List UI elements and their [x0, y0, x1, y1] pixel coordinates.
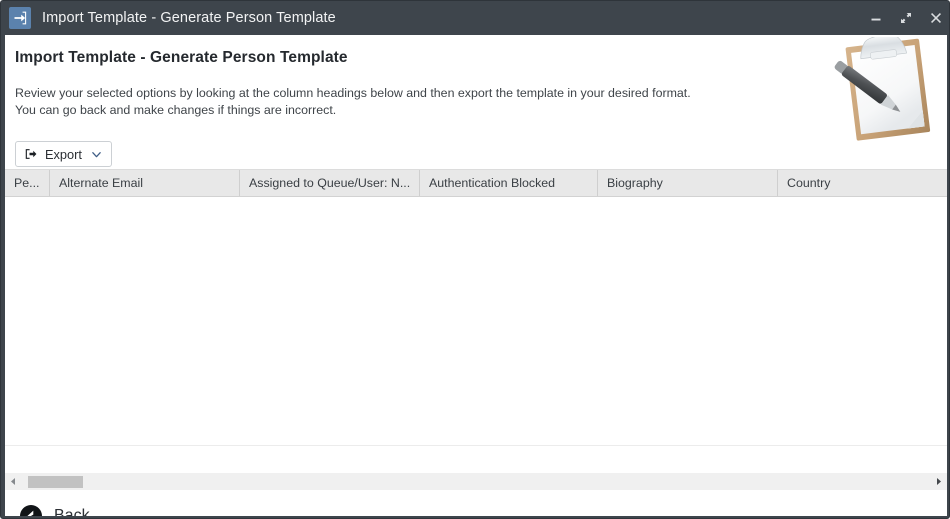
- export-button-label: Export: [45, 146, 82, 162]
- column-header-authentication-blocked[interactable]: Authentication Blocked: [420, 170, 598, 196]
- column-header-country[interactable]: Country: [778, 170, 947, 196]
- chevron-down-icon: [91, 149, 102, 160]
- window-title: Import Template - Generate Person Templa…: [42, 10, 336, 26]
- clipboard-with-pen-illustration: [813, 37, 941, 141]
- back-button-label: Back: [54, 507, 90, 516]
- application-window: Import Template - Generate Person Templa…: [0, 0, 950, 519]
- horizontal-scrollbar[interactable]: [5, 473, 947, 490]
- page-description: Review your selected options by looking …: [15, 86, 691, 117]
- page-header: Import Template - Generate Person Templa…: [5, 35, 947, 141]
- maximize-icon[interactable]: [891, 1, 921, 35]
- grid-body-empty: [5, 197, 947, 446]
- export-button[interactable]: Export: [15, 141, 112, 167]
- column-header-assigned-to-queue-user[interactable]: Assigned to Queue/User: N...: [240, 170, 420, 196]
- footer-bar: Back: [5, 494, 947, 516]
- scroll-right-arrow-icon[interactable]: [930, 473, 947, 490]
- column-header-alternate-email[interactable]: Alternate Email: [50, 170, 240, 196]
- horizontal-scroll-thumb[interactable]: [28, 476, 83, 488]
- back-button[interactable]: Back: [19, 504, 90, 516]
- title-bar: Import Template - Generate Person Templa…: [1, 1, 949, 35]
- column-header-biography[interactable]: Biography: [598, 170, 778, 196]
- minimize-icon[interactable]: [861, 1, 891, 35]
- template-grid: Pe... Alternate Email Assigned to Queue/…: [5, 169, 947, 516]
- back-circle-arrow-icon: [19, 504, 43, 516]
- export-icon: [24, 147, 38, 161]
- window-controls: [861, 1, 949, 35]
- scroll-track[interactable]: [22, 473, 930, 490]
- import-arrow-icon: [9, 7, 31, 29]
- grid-column-headers: Pe... Alternate Email Assigned to Queue/…: [5, 169, 947, 197]
- scroll-left-arrow-icon[interactable]: [5, 473, 22, 490]
- grid-toolbar: Export: [15, 141, 112, 167]
- page-title: Import Template - Generate Person Templa…: [15, 49, 348, 66]
- column-header-person[interactable]: Pe...: [5, 170, 50, 196]
- window-content: Import Template - Generate Person Templa…: [5, 35, 947, 516]
- close-icon[interactable]: [921, 1, 949, 35]
